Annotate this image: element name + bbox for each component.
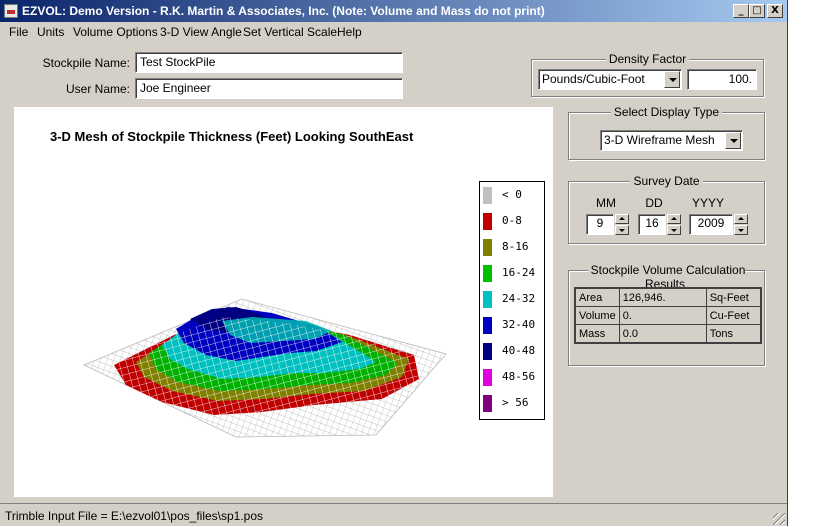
- table-row: Volume 0. Cu-Feet: [574, 306, 762, 325]
- density-unit-value: Pounds/Cubic-Foot: [542, 72, 645, 86]
- status-bar: Trimble Input File = E:\ezvol01\pos_file…: [0, 503, 787, 527]
- legend-label: 8-16: [502, 240, 529, 253]
- legend-label: 40-48: [502, 344, 536, 357]
- resize-grip-icon[interactable]: [773, 513, 785, 525]
- results-group: Stockpile Volume Calculation Results Are…: [568, 263, 765, 366]
- legend-swatch: [483, 395, 492, 412]
- user-name-label: User Name:: [65, 82, 130, 96]
- legend-swatch: [483, 369, 492, 386]
- dd-label: DD: [645, 196, 663, 210]
- survey-date-title: Survey Date: [630, 174, 703, 188]
- year-up-button[interactable]: [734, 214, 748, 224]
- survey-date-group: Survey Date MM DD YYYY 9 16 2009: [568, 174, 765, 244]
- month-up-button[interactable]: [615, 214, 629, 224]
- result-area-unit: Sq-Feet: [705, 287, 762, 307]
- legend-swatch: [483, 343, 492, 360]
- legend-item: 8-16: [480, 236, 546, 260]
- legend-swatch: [483, 187, 492, 204]
- month-input[interactable]: 9: [586, 214, 614, 235]
- legend-item: 24-32: [480, 288, 546, 312]
- mm-label: MM: [596, 196, 616, 210]
- legend-swatch: [483, 317, 492, 334]
- legend-label: 32-40: [502, 318, 536, 331]
- legend-label: > 56: [502, 396, 529, 409]
- app-window: EZVOL: Demo Version - R.K. Martin & Asso…: [0, 0, 788, 526]
- month-spinner: [615, 214, 629, 235]
- legend-item: 32-40: [480, 314, 546, 338]
- result-area-value: 126,946.: [618, 287, 707, 307]
- display-type-title: Select Display Type: [610, 105, 723, 119]
- result-volume-value: 0.: [618, 306, 707, 325]
- chevron-down-icon[interactable]: [664, 71, 680, 88]
- result-mass-name: Mass: [574, 324, 620, 344]
- result-volume-name: Volume: [574, 306, 620, 325]
- legend-label: 16-24: [502, 266, 536, 279]
- menu-3d-view-angle[interactable]: 3-D View Angle: [160, 25, 242, 39]
- display-type-select[interactable]: 3-D Wireframe Mesh: [600, 130, 743, 151]
- window-title: EZVOL: Demo Version - R.K. Martin & Asso…: [22, 4, 545, 18]
- legend-label: < 0: [502, 188, 522, 201]
- menu-file[interactable]: File: [9, 25, 28, 39]
- maximize-button[interactable]: □: [749, 4, 765, 18]
- minimize-button[interactable]: _: [733, 4, 749, 18]
- legend-label: 48-56: [502, 370, 536, 383]
- wireframe-mesh: [83, 298, 447, 438]
- density-unit-select[interactable]: Pounds/Cubic-Foot: [538, 69, 682, 90]
- month-down-button[interactable]: [615, 225, 629, 235]
- year-spinner: [734, 214, 748, 235]
- yyyy-label: YYYY: [691, 196, 724, 210]
- chevron-down-icon[interactable]: [725, 132, 741, 149]
- menu-units[interactable]: Units: [37, 25, 64, 39]
- year-down-button[interactable]: [734, 225, 748, 235]
- legend: < 0 0-8 8-16 16-24 24-32 32-40 40-48 48-…: [479, 181, 545, 420]
- year-input[interactable]: 2009: [689, 214, 733, 235]
- stockpile-name-label: Stockpile Name:: [42, 56, 130, 70]
- display-type-group: Select Display Type 3-D Wireframe Mesh: [568, 105, 765, 160]
- title-bar[interactable]: EZVOL: Demo Version - R.K. Martin & Asso…: [0, 0, 787, 22]
- legend-swatch: [483, 213, 492, 230]
- density-factor-group: Density Factor Pounds/Cubic-Foot 100.: [531, 52, 764, 97]
- legend-item: 16-24: [480, 262, 546, 286]
- legend-item: > 56: [480, 392, 546, 416]
- menu-bar: File Units Volume Options 3-D View Angle…: [0, 22, 787, 42]
- results-table: Area 126,946. Sq-Feet Volume 0. Cu-Feet …: [574, 287, 762, 344]
- menu-help[interactable]: Help: [337, 25, 362, 39]
- result-volume-unit: Cu-Feet: [705, 306, 762, 325]
- density-value-input[interactable]: 100.: [687, 69, 757, 90]
- legend-item: 0-8: [480, 210, 546, 234]
- legend-item: < 0: [480, 184, 546, 208]
- menu-volume-options[interactable]: Volume Options: [73, 25, 158, 39]
- status-text: Trimble Input File = E:\ezvol01\pos_file…: [5, 509, 264, 523]
- legend-swatch: [483, 291, 492, 308]
- day-down-button[interactable]: [667, 225, 681, 235]
- legend-item: 40-48: [480, 340, 546, 364]
- density-factor-title: Density Factor: [605, 52, 690, 66]
- stockpile-name-input[interactable]: Test StockPile: [135, 52, 403, 73]
- day-input[interactable]: 16: [638, 214, 666, 235]
- close-button[interactable]: X: [767, 4, 783, 18]
- display-type-value: 3-D Wireframe Mesh: [604, 133, 715, 147]
- table-row: Mass 0.0 Tons: [574, 324, 762, 344]
- menu-set-vertical-scale[interactable]: Set Vertical Scale: [243, 25, 337, 39]
- day-up-button[interactable]: [667, 214, 681, 224]
- legend-swatch: [483, 265, 492, 282]
- result-mass-unit: Tons: [705, 324, 762, 344]
- table-row: Area 126,946. Sq-Feet: [574, 287, 762, 307]
- day-spinner: [667, 214, 681, 235]
- result-area-name: Area: [574, 287, 620, 307]
- mesh-plot-area: 3-D Mesh of Stockpile Thickness (Feet) L…: [14, 107, 553, 497]
- user-name-input[interactable]: Joe Engineer: [135, 78, 403, 99]
- legend-swatch: [483, 239, 492, 256]
- app-icon[interactable]: [4, 4, 18, 18]
- legend-label: 24-32: [502, 292, 536, 305]
- legend-item: 48-56: [480, 366, 546, 390]
- legend-label: 0-8: [502, 214, 522, 227]
- result-mass-value: 0.0: [618, 324, 707, 344]
